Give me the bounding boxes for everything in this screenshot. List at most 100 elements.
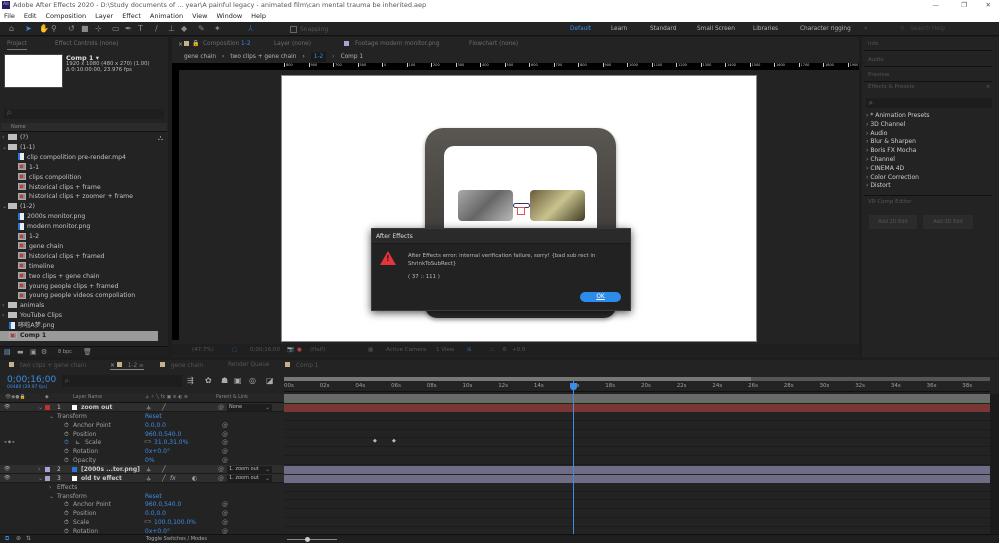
- label-color[interactable]: [45, 475, 50, 481]
- menu-view[interactable]: View: [192, 11, 207, 22]
- fx-switch-icon[interactable]: fx: [170, 474, 176, 483]
- effects-search-input[interactable]: ρ.: [866, 98, 992, 108]
- stopwatch-icon[interactable]: ⏱: [64, 500, 69, 509]
- tab-flowchart[interactable]: Flowchart (none): [469, 41, 518, 47]
- graph-icon[interactable]: ⊾: [75, 438, 80, 447]
- timeline-search-input[interactable]: ρ.: [62, 375, 182, 387]
- workspace-small-screen[interactable]: Small Screen: [697, 26, 735, 32]
- hand-tool-icon[interactable]: ✋: [39, 25, 49, 33]
- new-comp-icon[interactable]: ▣: [30, 348, 37, 356]
- project-item[interactable]: clips compolition: [0, 173, 158, 183]
- effects-category[interactable]: › Boris FX Mocha: [866, 146, 916, 155]
- visibility-eye-icon[interactable]: 👁: [4, 474, 10, 483]
- shy-switch-icon[interactable]: ⚶: [146, 474, 151, 483]
- menu-edit[interactable]: Edit: [24, 11, 37, 22]
- layer-name-header[interactable]: Layer Name: [73, 393, 102, 403]
- new-folder-icon[interactable]: ▬: [17, 348, 24, 356]
- project-item[interactable]: clip compolition pre-render.mp4: [0, 153, 158, 163]
- layer-duration-bar[interactable]: [284, 474, 990, 483]
- expression-pickwhip-icon[interactable]: @: [222, 421, 228, 430]
- maximize-button[interactable]: ❐: [961, 0, 967, 11]
- selection-tool-icon[interactable]: ➤: [25, 25, 32, 33]
- toggle-pixel-icon[interactable]: ⊞: [467, 344, 472, 356]
- layer-duration-bar[interactable]: [284, 404, 990, 412]
- effects-category[interactable]: › Color Correction: [866, 173, 919, 182]
- resolution-select[interactable]: (Half): [310, 344, 325, 356]
- chevron-down-icon[interactable]: ⌄: [38, 474, 43, 483]
- time-ruler[interactable]: 00s02s04s06s08s10s12s14s16s18s20s22s24s2…: [284, 381, 990, 392]
- pan-behind-icon[interactable]: ⊹: [95, 25, 102, 33]
- stopwatch-icon[interactable]: ⏱: [64, 518, 69, 527]
- property-row[interactable]: ⏱ Anchor Point @960.0,540.0: [0, 500, 284, 509]
- menu-file[interactable]: File: [4, 11, 15, 22]
- keyframe-icon[interactable]: ◆: [392, 438, 396, 444]
- layer-name[interactable]: zoom out: [81, 403, 112, 412]
- transparency-grid-icon[interactable]: ▦: [368, 344, 373, 356]
- chevron-icon[interactable]: ⌄: [49, 412, 54, 421]
- project-item[interactable]: › (?): [0, 133, 158, 143]
- comp-mini-flowchart-icon[interactable]: ⇶: [187, 376, 194, 385]
- pick-whip-icon[interactable]: @: [218, 474, 224, 483]
- layer-row[interactable]: 👁 ⌄ 1 zoom out ⚶ ╱ @ None ⌄: [0, 403, 284, 412]
- quality-switch-icon[interactable]: ╱: [162, 403, 166, 412]
- camera-tool-icon[interactable]: ■: [81, 25, 89, 33]
- expression-pickwhip-icon[interactable]: @: [222, 430, 228, 439]
- label-color[interactable]: [45, 466, 50, 472]
- time-stretch-icon[interactable]: ⇅: [26, 535, 31, 542]
- timeline-tab[interactable]: two clips + gene chain: [9, 362, 86, 369]
- brush-tool-icon[interactable]: /: [155, 25, 158, 33]
- search-help-input[interactable]: Search Help: [910, 26, 945, 32]
- effects-category[interactable]: › Channel: [866, 155, 895, 164]
- settings-icon[interactable]: ⚙: [41, 348, 47, 356]
- adjustment-icon[interactable]: ◐: [192, 474, 197, 483]
- visibility-eye-icon[interactable]: 👁: [4, 465, 10, 474]
- expression-pickwhip-icon[interactable]: @: [222, 456, 228, 465]
- toggle-switches-modes-button[interactable]: Toggle Switches / Modes: [146, 536, 207, 542]
- puppet-pin-icon[interactable]: ✦: [214, 25, 221, 33]
- workspace-default[interactable]: Default: [570, 26, 591, 32]
- property-row[interactable]: › Effects: [0, 483, 284, 492]
- tab-project[interactable]: Project: [7, 41, 27, 50]
- layer-name[interactable]: [2000s ...tor.png]: [81, 465, 140, 474]
- project-item[interactable]: 1-1: [0, 163, 158, 173]
- snapshot-icon[interactable]: 📷: [287, 344, 294, 356]
- menu-animation[interactable]: Animation: [150, 11, 183, 22]
- timeline-tab[interactable]: gene chain: [160, 362, 203, 369]
- property-value[interactable]: 0x+0.0°: [145, 447, 170, 456]
- column-name-header[interactable]: Name: [1, 123, 167, 132]
- quality-switch-icon[interactable]: ╱: [162, 474, 166, 483]
- keyframe-navigator[interactable]: ◂ ◆ ▸: [4, 438, 15, 447]
- add-3d-edit-button[interactable]: Add 3D Edit: [923, 215, 973, 229]
- clone-stamp-icon[interactable]: ⊥: [168, 25, 175, 33]
- region-icon[interactable]: ▢: [232, 344, 237, 356]
- preview-panel-header[interactable]: Preview: [864, 68, 992, 82]
- workspace-character-rigging[interactable]: Character rigging: [800, 26, 851, 32]
- more-workspaces[interactable]: »: [864, 26, 868, 32]
- transfer-controls-icon[interactable]: ⊛: [16, 535, 21, 542]
- property-row[interactable]: ⏱ Anchor Point @0.0,0.0: [0, 421, 284, 430]
- breadcrumb-item[interactable]: gene chain: [184, 52, 216, 62]
- project-item[interactable]: › animals: [0, 301, 158, 311]
- frame-blending-icon[interactable]: ▣: [234, 376, 242, 385]
- menu-effect[interactable]: Effect: [122, 11, 141, 22]
- stopwatch-icon[interactable]: ⏱: [64, 430, 69, 439]
- tab-footage[interactable]: Footage modern monitor.png: [355, 41, 439, 47]
- close-tab-icon[interactable]: ×: [110, 363, 117, 369]
- graph-editor-icon[interactable]: ◪: [266, 376, 274, 385]
- pick-whip-icon[interactable]: @: [218, 465, 224, 474]
- exposure-value[interactable]: +0.0: [512, 344, 525, 356]
- layer-row[interactable]: 👁 ⌄ 3 old tv effect ⚶ ╱ fx ◐ @1. zoom out ⌄: [0, 473, 284, 483]
- property-value[interactable]: 100.0,100.0%: [154, 518, 196, 527]
- shape-tool-icon[interactable]: ▭: [112, 25, 120, 33]
- bpc-button[interactable]: 8 bpc: [58, 349, 72, 355]
- property-value[interactable]: 0.0,0.0: [145, 421, 166, 430]
- timeline-tab[interactable]: Comp 1: [285, 362, 318, 369]
- expression-pickwhip-icon[interactable]: @: [222, 500, 228, 509]
- effects-category[interactable]: › Distort: [866, 181, 891, 190]
- project-item[interactable]: 1-2: [0, 232, 158, 242]
- zoom-slider[interactable]: [287, 539, 337, 540]
- property-row[interactable]: ⌄ Transform Reset: [0, 492, 284, 501]
- label-color[interactable]: [45, 405, 50, 410]
- rotate-tool-icon[interactable]: ↺: [68, 25, 75, 33]
- audio-panel-header[interactable]: Audio: [864, 53, 992, 67]
